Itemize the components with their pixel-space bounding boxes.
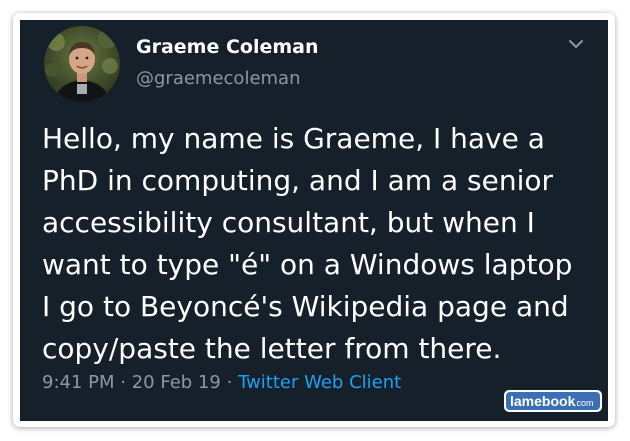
avatar[interactable] bbox=[44, 26, 120, 102]
watermark-tld: .com bbox=[574, 398, 594, 408]
watermark-brand: lamebook bbox=[510, 393, 576, 409]
tweet-time[interactable]: 9:41 PM bbox=[42, 372, 115, 393]
lamebook-watermark: lamebook .com bbox=[504, 390, 602, 412]
tweet-client-link[interactable]: Twitter Web Client bbox=[238, 372, 401, 393]
meta-separator: · bbox=[120, 372, 126, 393]
tweet-card: Graeme Coleman @graemecoleman Hello, my … bbox=[20, 20, 608, 421]
tweet-date[interactable]: 20 Feb 19 bbox=[132, 372, 221, 393]
tweet-meta: 9:41 PM · 20 Feb 19 · Twitter Web Client bbox=[42, 372, 401, 393]
meta-separator: · bbox=[226, 372, 233, 393]
author-name[interactable]: Graeme Coleman bbox=[136, 36, 319, 58]
tweet-text: Hello, my name is Graeme, I have a PhD i… bbox=[42, 122, 573, 365]
profile-photo bbox=[44, 26, 120, 102]
author-handle[interactable]: @graemecoleman bbox=[136, 68, 301, 89]
chevron-down-icon[interactable] bbox=[566, 36, 586, 52]
